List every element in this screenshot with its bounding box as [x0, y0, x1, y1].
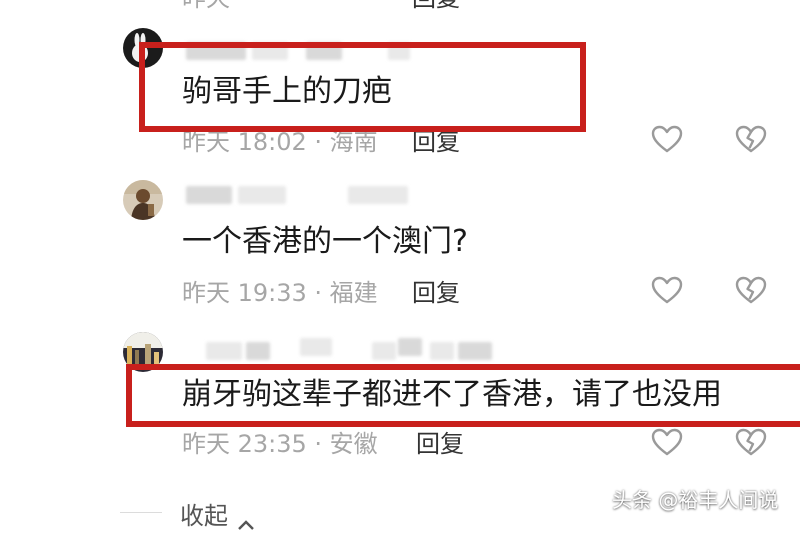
highlight-box — [139, 42, 586, 132]
username-redacted — [348, 186, 408, 204]
broken-heart-icon[interactable] — [734, 275, 768, 305]
comment-text: 一个香港的一个澳门? — [182, 224, 468, 259]
broken-heart-icon[interactable] — [734, 124, 768, 154]
comment-meta: 昨天 18:02 · 海南 — [182, 128, 378, 156]
heart-icon[interactable] — [650, 124, 684, 154]
reply-button[interactable]: 回复 — [416, 430, 464, 458]
username-redacted — [300, 338, 332, 356]
divider — [120, 512, 162, 513]
username-redacted — [398, 338, 422, 356]
collapse-label: 收起 — [180, 502, 228, 530]
avatar[interactable] — [123, 180, 163, 220]
username-redacted — [458, 342, 492, 360]
comment-meta: 昨天 19:33 · 福建 — [182, 279, 378, 307]
highlight-box — [126, 364, 800, 427]
username-redacted — [206, 342, 242, 360]
collapse-button[interactable]: 收起 — [180, 496, 256, 531]
username-redacted — [246, 342, 270, 360]
heart-icon[interactable] — [650, 275, 684, 305]
reply-button[interactable]: 回复 — [412, 279, 460, 307]
partial-reply-button[interactable]: 回复 — [412, 0, 460, 12]
username-redacted — [430, 342, 454, 360]
chevron-up-icon — [236, 510, 256, 530]
username-redacted — [372, 342, 396, 360]
heart-icon[interactable] — [650, 427, 684, 457]
username-redacted — [186, 186, 232, 204]
username-redacted — [238, 186, 286, 204]
watermark: 头条 @裕丰人间说 — [612, 488, 779, 512]
comment-meta: 昨天 23:35 · 安徽 — [182, 430, 378, 458]
broken-heart-icon[interactable] — [734, 427, 768, 457]
reply-button[interactable]: 回复 — [412, 128, 460, 156]
partial-meta: 昨天 · — [182, 0, 245, 12]
